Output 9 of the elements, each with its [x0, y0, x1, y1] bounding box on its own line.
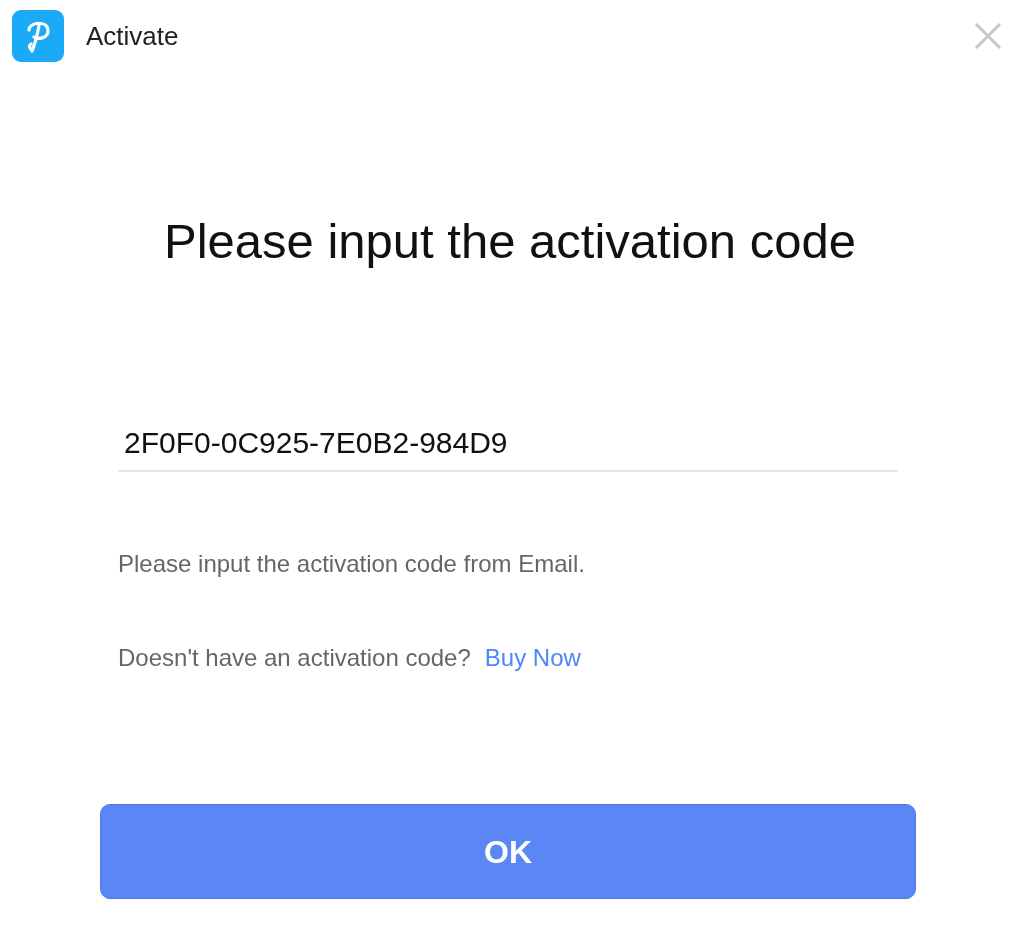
window-title: Activate [86, 19, 179, 53]
dialog-heading: Please input the activation code [164, 217, 856, 266]
buy-now-link[interactable]: Buy Now [484, 640, 581, 676]
ok-button[interactable]: OK [100, 804, 916, 899]
close-icon[interactable] [972, 20, 1004, 52]
app-logo-icon [12, 10, 64, 62]
question-text: Doesn't have an activation code? [118, 643, 471, 673]
activation-code-field[interactable]: 2F0F0-0C925-7E0B2-984D9 [118, 416, 898, 472]
hint-text: Please input the activation code from Email. [118, 549, 586, 579]
